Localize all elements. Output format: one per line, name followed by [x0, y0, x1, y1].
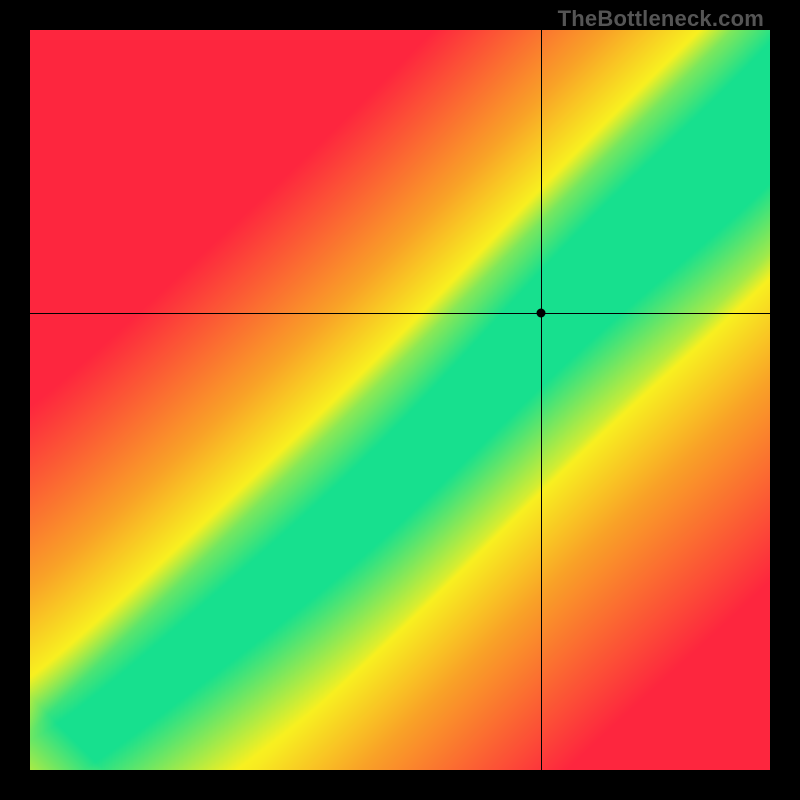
heatmap-canvas — [30, 30, 770, 770]
chart-frame: TheBottleneck.com — [0, 0, 800, 800]
marker-dot — [537, 309, 546, 318]
heatmap-plot — [30, 30, 770, 770]
crosshair-vertical — [541, 30, 543, 770]
crosshair-horizontal — [30, 313, 770, 315]
watermark-text: TheBottleneck.com — [558, 6, 764, 32]
